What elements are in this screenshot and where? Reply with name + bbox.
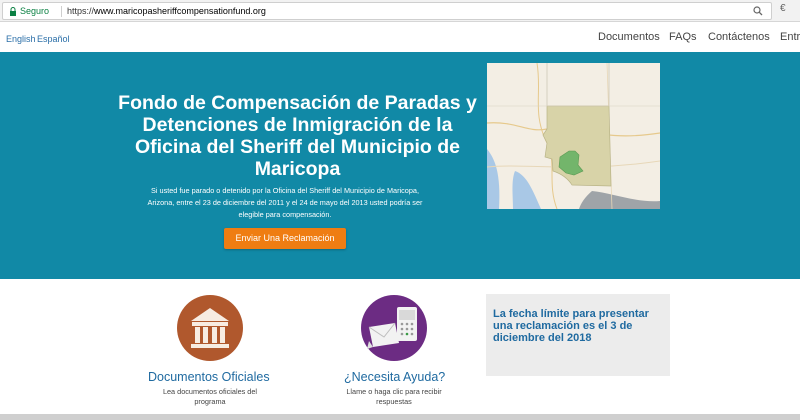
nav-link-entrar[interactable]: Entrar	[780, 31, 800, 43]
nav-link-documentos[interactable]: Documentos	[598, 31, 660, 43]
zoom-icon[interactable]	[753, 6, 763, 16]
hero-title: Fondo de Compensación de Paradas y Deten…	[118, 92, 477, 180]
url-field[interactable]: Seguro https://www.maricopasheriffcompen…	[2, 2, 772, 20]
official-documents-link[interactable]: Documentos Oficiales	[148, 370, 270, 384]
official-documents-description: Lea documentos oficiales del programa	[162, 387, 258, 406]
url-separator	[61, 6, 62, 17]
documents-circle[interactable]	[177, 295, 243, 361]
hero-banner: Fondo de Compensación de Paradas y Deten…	[0, 52, 800, 279]
extension-icon[interactable]: €	[780, 3, 786, 14]
bottom-strip	[0, 414, 800, 420]
top-navigation: English Español Documentos FAQs Contácte…	[0, 22, 800, 52]
url-host: www.maricopasheriffcompensationfund.org	[94, 6, 266, 16]
nav-link-faqs[interactable]: FAQs	[669, 31, 697, 43]
secure-label: Seguro	[20, 6, 50, 16]
lock-icon	[10, 7, 16, 16]
deadline-text: La fecha límite para presentar una recla…	[493, 308, 649, 344]
submit-claim-button[interactable]: Enviar Una Reclamación	[224, 228, 346, 249]
features-section: Documentos Oficiales Lea documentos ofic…	[0, 279, 800, 414]
hero-description: Si usted fue parado o detenido por la Of…	[147, 186, 423, 219]
nav-link-contactenos[interactable]: Contáctenos	[708, 31, 770, 43]
language-spanish-link[interactable]: Español	[37, 34, 70, 44]
arizona-map	[487, 63, 660, 209]
language-english-link[interactable]: English	[6, 34, 36, 44]
deadline-notice: La fecha límite para presentar una recla…	[486, 294, 670, 376]
help-circle[interactable]	[361, 295, 427, 361]
browser-address-bar: Seguro https://www.maricopasheriffcompen…	[0, 0, 800, 22]
building-columns-icon	[191, 308, 229, 348]
url-scheme: https://	[67, 6, 95, 16]
phone-envelope-icon	[367, 307, 417, 349]
need-help-link[interactable]: ¿Necesita Ayuda?	[344, 370, 445, 384]
need-help-description: Llame o haga clic para recibir respuesta…	[346, 387, 442, 406]
url-text: https://www.maricopasheriffcompensationf…	[67, 6, 266, 16]
